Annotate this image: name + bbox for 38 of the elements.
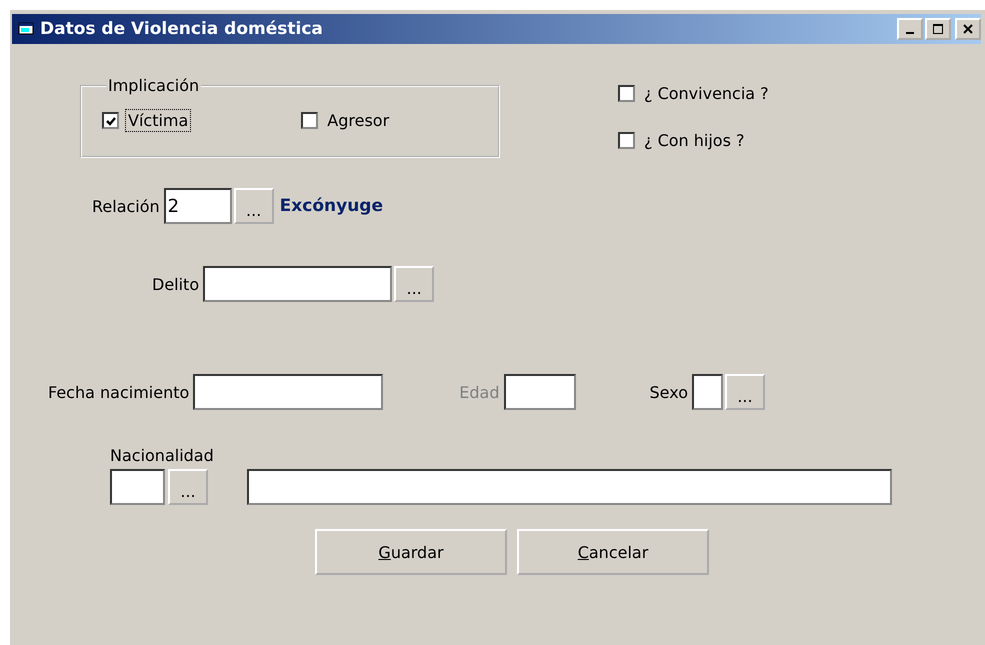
close-button[interactable] [955,18,981,40]
checkbox[interactable] [618,85,635,102]
minimize-icon [906,32,914,34]
input-field[interactable] [110,469,165,505]
dialog-button[interactable]: Cancelar [517,529,709,575]
maximize-icon [933,24,943,34]
window-title: Datos de Violencia doméstica [40,19,324,39]
input-field[interactable] [692,374,723,410]
minimize-button[interactable] [897,18,923,40]
lookup-button[interactable]: ... [234,188,274,224]
input-field[interactable] [193,374,384,410]
lookup-button[interactable]: ... [724,374,765,410]
close-icon [963,24,973,34]
window-icon [18,21,36,37]
dialog-button[interactable]: Guardar [315,529,507,575]
check-icon [104,114,116,126]
lookup-button[interactable]: ... [394,266,434,302]
field-label: Relación [92,196,160,216]
field-label: Delito [152,274,200,294]
checkbox[interactable] [102,112,119,129]
field-label: Nacionalidad [110,446,215,465]
checkbox-label[interactable]: ¿ Convivencia ? [641,82,772,105]
checkbox-label[interactable]: ¿ Con hijos ? [641,129,748,152]
field-label: Edad [459,382,500,402]
input-field[interactable] [504,374,576,410]
checkbox-label[interactable]: Agresor [324,109,392,132]
input-field[interactable]: 2 [164,188,232,224]
input-field[interactable] [247,469,892,505]
checkbox-label[interactable]: Víctima [125,109,192,132]
relation-description: Excónyuge [280,196,383,216]
field-label: Fecha nacimiento [48,382,190,402]
checkbox[interactable] [301,112,318,129]
lookup-button[interactable]: ... [168,469,208,505]
input-field[interactable] [203,266,392,302]
maximize-button[interactable] [925,18,951,40]
checkbox[interactable] [618,132,635,149]
group-label: Implicación [107,76,200,95]
field-label: Sexo [650,382,688,402]
